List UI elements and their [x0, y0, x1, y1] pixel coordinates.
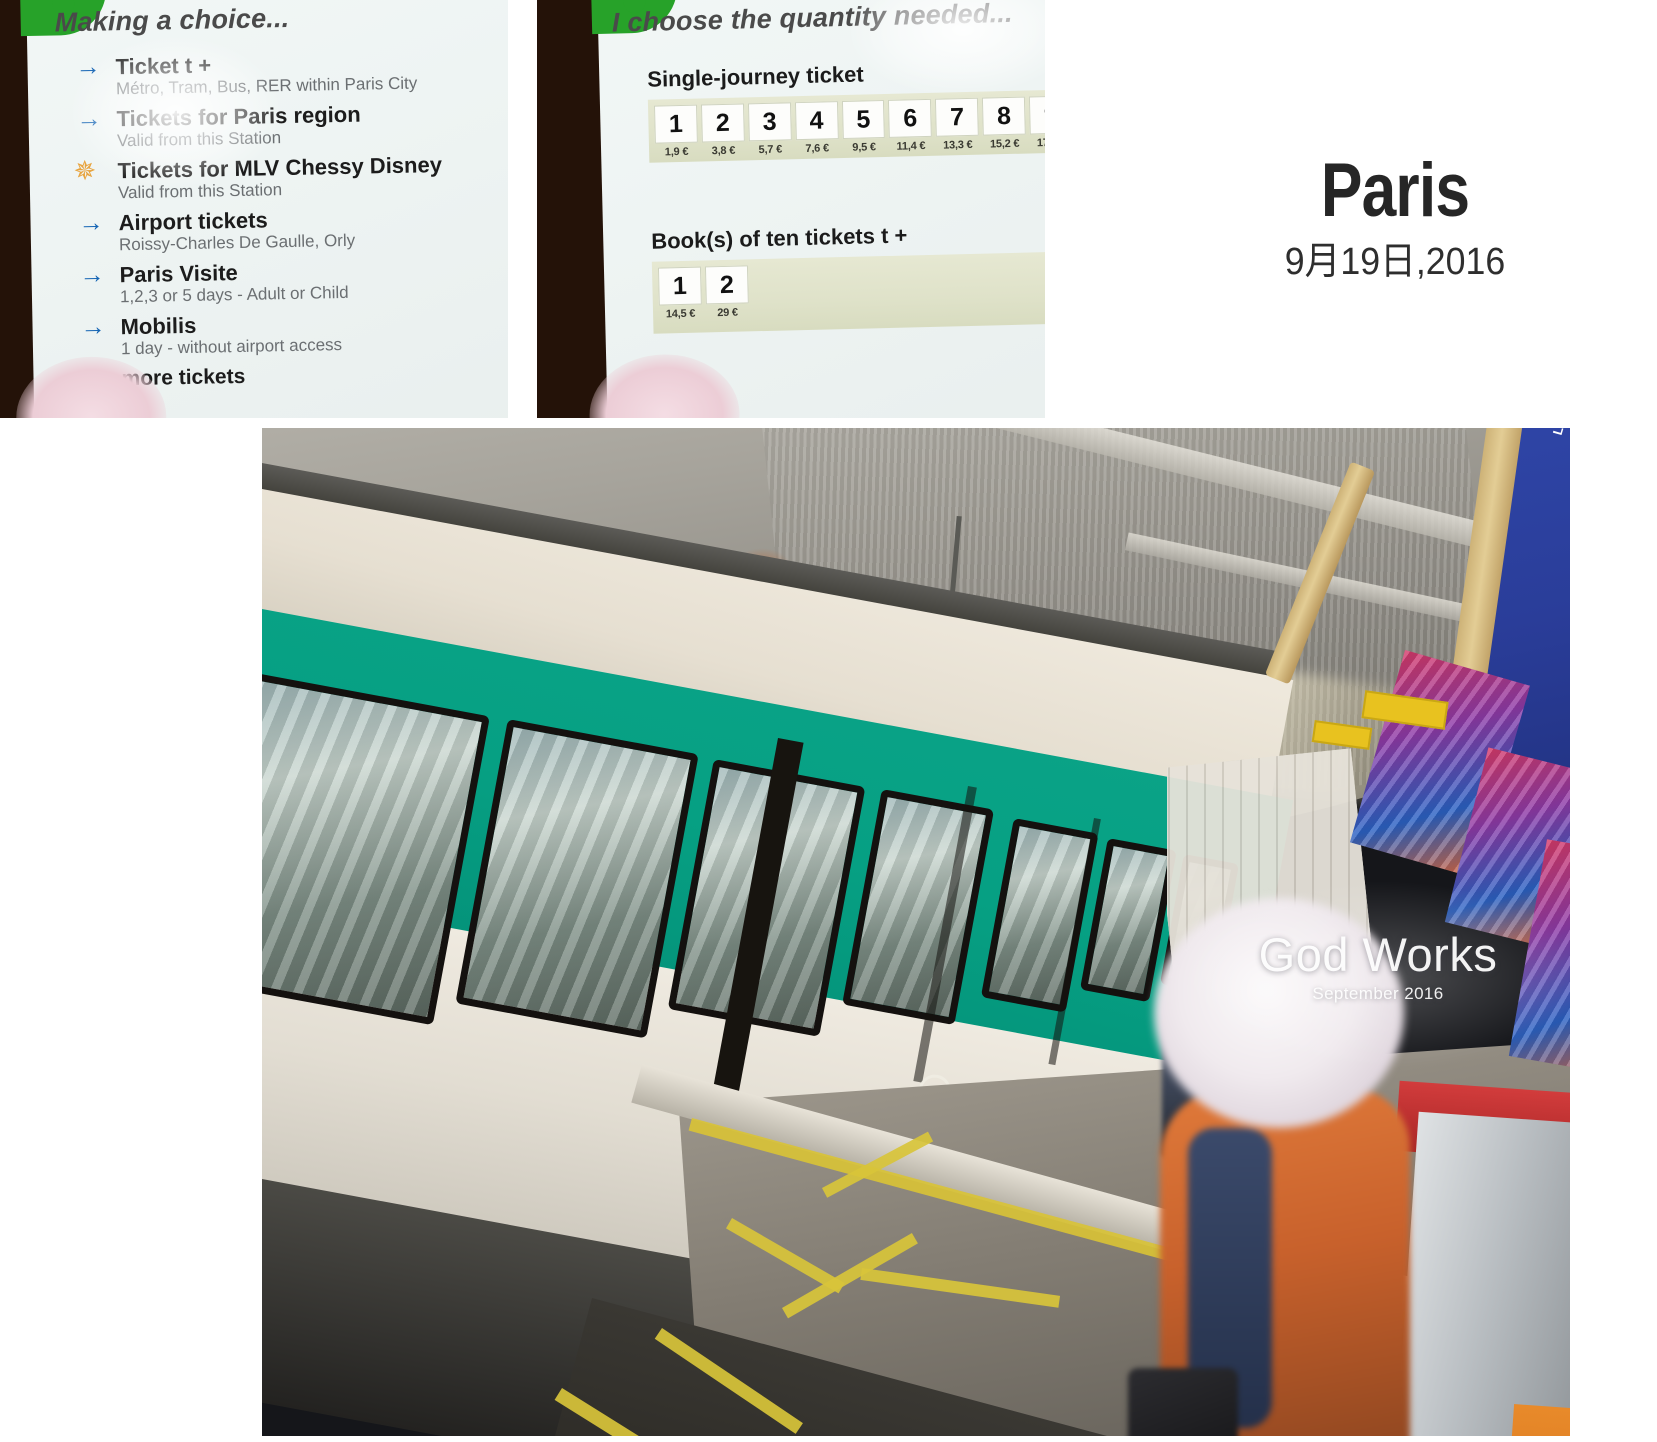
quantity-buttons: 1 2 — [657, 257, 1045, 306]
ticket-machine-photo-quantity: I choose the quantity needed... Single-j… — [537, 0, 1045, 418]
price-label: 3,8 € — [711, 144, 736, 158]
quantity-button[interactable]: 7 — [935, 97, 980, 137]
quantity-button[interactable]: 1 — [653, 104, 698, 144]
price-label: 5,7 € — [758, 143, 783, 157]
single-journey-section: Single-journey ticket 1 2 3 4 5 6 7 8 9 — [647, 56, 1045, 163]
screen-title-choice: Making a choice... — [54, 2, 290, 38]
price-label: 11,4 € — [896, 140, 926, 153]
quantity-button[interactable]: 4 — [794, 101, 839, 141]
price-label: 9,5 € — [852, 141, 876, 154]
ticket-option-row[interactable]: → Tickets for Paris region Valid from th… — [54, 98, 508, 152]
commuter-fur-hat — [1154, 898, 1404, 1128]
price-label: 17,1 € — [1036, 136, 1045, 150]
quantity-band: 1 2 14,5 € 29 € — [651, 251, 1045, 334]
section-heading: Single-journey ticket — [647, 61, 864, 92]
arrow-right-icon: → — [76, 104, 102, 134]
ticket-machine-photo-choice: Making a choice... → Ticket t + Métro, T… — [0, 0, 508, 418]
ticket-option-row[interactable]: ✵ Tickets for MLV Chessy Disney Valid fr… — [55, 150, 508, 204]
price-label: 15,2 € — [989, 137, 1020, 151]
arrow-right-icon: → — [79, 260, 105, 290]
quantity-button[interactable]: 9 — [1029, 95, 1045, 135]
price-label: 7,6 € — [805, 142, 830, 155]
commuter-foreground — [1092, 898, 1452, 1436]
price-label: 14,5 € — [665, 307, 696, 321]
arrow-right-icon: → — [78, 208, 104, 238]
ticket-option-row[interactable]: → Ticket t + Métro, Tram, Bus, RER withi… — [53, 46, 508, 100]
screen-title-quantity: I choose the quantity needed... — [611, 0, 1013, 38]
page-date: 9月19日,2016 — [1284, 241, 1506, 283]
poster-frame — [1264, 461, 1376, 685]
disney-star-icon: ✵ — [73, 155, 97, 187]
quantity-button[interactable]: 6 — [888, 98, 933, 138]
machine-screen-choice: Making a choice... → Ticket t + Métro, T… — [15, 0, 508, 418]
metro-platform-photo: LES CHEVALIERS DU FIEL NOËL D'ENFER NOUV… — [262, 428, 1570, 1436]
ticket-option-row[interactable]: → Paris Visite 1,2,3 or 5 days - Adult o… — [57, 254, 508, 308]
commuter-bag — [1128, 1368, 1238, 1436]
books-of-ten-section: Book(s) of ten tickets t + 1 2 14,5 € 29… — [650, 218, 1045, 334]
quantity-button[interactable]: 2 — [700, 103, 745, 143]
ticket-option-row[interactable]: → Airport tickets Roissy-Charles De Gaul… — [56, 202, 508, 256]
quantity-button[interactable]: 8 — [982, 96, 1026, 136]
ticket-option-list: → Ticket t + Métro, Tram, Bus, RER withi… — [53, 46, 508, 399]
machine-screen-quantity: I choose the quantity needed... Single-j… — [588, 0, 1045, 418]
quantity-button[interactable]: 2 — [704, 265, 749, 305]
page-title: Paris — [1320, 148, 1470, 233]
section-heading: Book(s) of ten tickets t + — [650, 222, 908, 254]
poster-line1: LES CHEVALIERS DU FIEL — [1550, 428, 1570, 437]
option-title: more tickets — [121, 364, 246, 391]
ticket-machine-photos-row: Making a choice... → Ticket t + Métro, T… — [0, 0, 1657, 418]
exit-sign-icon — [1311, 720, 1373, 750]
quantity-buttons: 1 2 3 4 5 6 7 8 9 — [653, 95, 1045, 144]
quantity-button[interactable]: 5 — [841, 100, 886, 140]
quantity-band: 1 2 3 4 5 6 7 8 9 1,9 € 3,8 € 5,7 € — [647, 89, 1045, 163]
arrow-right-icon: → — [80, 312, 106, 342]
quantity-button[interactable]: 3 — [747, 102, 792, 142]
ticket-option-row[interactable]: → Mobilis 1 day - without airport access — [58, 306, 508, 360]
arrow-right-icon: → — [75, 52, 101, 82]
page-title-block: Paris 9月19日,2016 — [1150, 150, 1640, 288]
quantity-button[interactable]: 1 — [657, 266, 702, 306]
price-label: 29 € — [717, 306, 739, 320]
finger-blur — [588, 352, 741, 418]
price-label: 13,3 € — [942, 138, 973, 152]
price-label: 1,9 € — [664, 145, 689, 159]
